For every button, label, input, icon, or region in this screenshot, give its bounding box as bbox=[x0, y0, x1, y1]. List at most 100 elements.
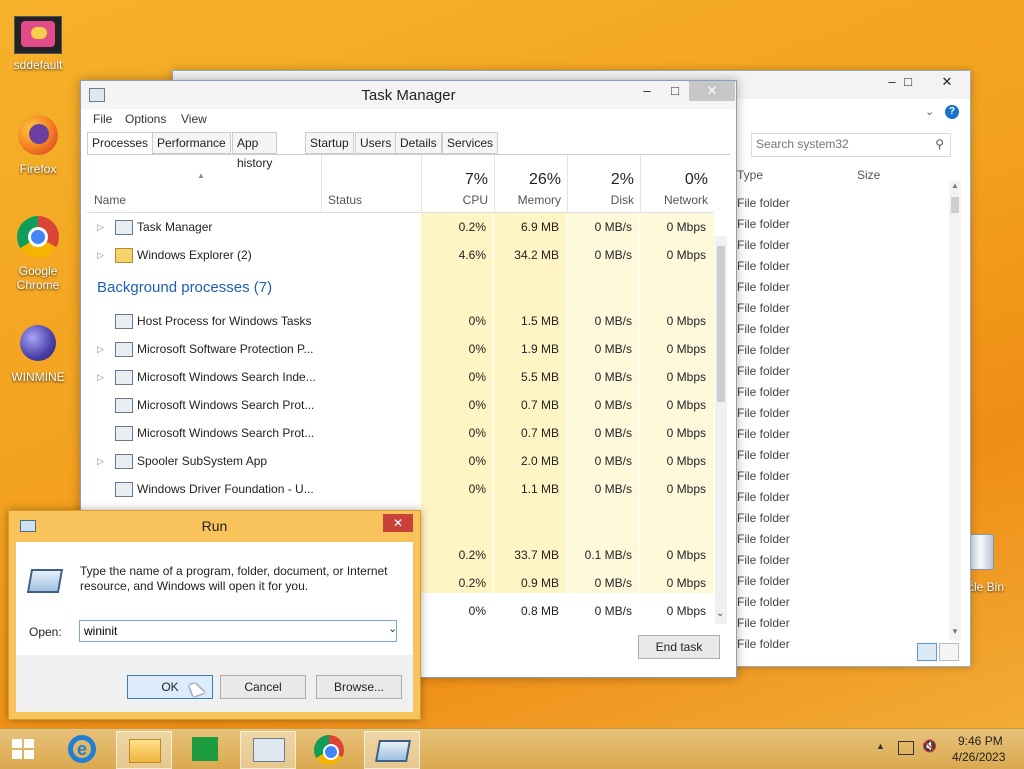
column-header-status[interactable]: Status bbox=[321, 155, 422, 213]
cancel-button[interactable]: Cancel bbox=[220, 675, 306, 699]
file-row-type[interactable]: File folder bbox=[737, 529, 790, 550]
taskbar-task-manager[interactable] bbox=[240, 731, 296, 769]
column-header-type[interactable]: Type bbox=[737, 168, 763, 182]
file-row-type[interactable]: File folder bbox=[737, 424, 790, 445]
scroll-up-arrow[interactable]: ▲ bbox=[951, 181, 959, 190]
file-row-type[interactable]: File folder bbox=[737, 592, 790, 613]
taskbar-chrome[interactable] bbox=[302, 731, 356, 767]
column-header-disk[interactable]: 2% Disk bbox=[567, 155, 641, 213]
process-row[interactable]: ▷ Microsoft Windows Search Inde... 0% 5.5 M… bbox=[87, 363, 714, 391]
maximize-button[interactable]: □ bbox=[661, 83, 689, 98]
column-header-name[interactable]: ▲ Name bbox=[87, 155, 322, 213]
process-list-scrollbar[interactable]: ⌄ bbox=[715, 236, 727, 624]
taskbar-store[interactable] bbox=[178, 731, 232, 767]
scroll-thumb[interactable] bbox=[951, 197, 959, 213]
process-row[interactable]: Host Process for Windows Tasks 0% 1.5 MB 0 … bbox=[87, 307, 714, 335]
process-icon bbox=[115, 370, 133, 385]
browse-button[interactable]: Browse... bbox=[316, 675, 402, 699]
process-row[interactable]: ▷ Spooler SubSystem App 0% 2.0 MB 0 MB/s 0 Mb… bbox=[87, 447, 714, 475]
tab-performance[interactable]: Performance bbox=[152, 132, 231, 154]
expand-arrow-icon[interactable]: ▷ bbox=[97, 241, 104, 269]
column-header-network[interactable]: 0% Network bbox=[640, 155, 714, 213]
clock-time[interactable]: 9:46 PM bbox=[958, 734, 1003, 748]
process-row[interactable]: ▷ Task Manager 0.2% 6.9 MB 0 MB/s 0 Mbps bbox=[87, 213, 714, 241]
file-row-type[interactable]: File folder bbox=[737, 298, 790, 319]
dropdown-arrow-icon[interactable]: ⌄ bbox=[388, 622, 397, 635]
expand-arrow-icon[interactable]: ▷ bbox=[97, 447, 104, 475]
network-icon[interactable] bbox=[898, 741, 914, 755]
file-row-type[interactable]: File folder bbox=[737, 256, 790, 277]
scroll-thumb[interactable] bbox=[717, 246, 725, 402]
search-icon[interactable]: ⚲ bbox=[935, 137, 944, 151]
search-box[interactable]: ⚲ bbox=[751, 133, 951, 157]
file-row-type[interactable]: File folder bbox=[737, 382, 790, 403]
expand-arrow-icon[interactable]: ▷ bbox=[97, 213, 104, 241]
menu-file[interactable]: File bbox=[93, 112, 112, 126]
start-button[interactable] bbox=[8, 735, 38, 763]
run-dialog[interactable]: Run ✕ Type the name of a program, folder… bbox=[8, 510, 421, 720]
open-input[interactable] bbox=[79, 620, 397, 642]
clock-date[interactable]: 4/26/2023 bbox=[952, 750, 1005, 764]
minimize-button[interactable]: – bbox=[633, 83, 661, 98]
scroll-down-arrow[interactable]: ⌄ bbox=[716, 608, 724, 619]
close-button[interactable]: ✕ bbox=[383, 514, 413, 532]
expand-arrow-icon[interactable]: ▷ bbox=[97, 363, 104, 391]
cpu-label: CPU bbox=[462, 193, 488, 207]
expand-arrow-icon[interactable]: ▷ bbox=[97, 335, 104, 363]
file-row-type[interactable]: File folder bbox=[737, 571, 790, 592]
file-row-type[interactable]: File folder bbox=[737, 340, 790, 361]
taskbar-run[interactable] bbox=[364, 731, 420, 769]
file-row-type[interactable]: File folder bbox=[737, 445, 790, 466]
file-row-type[interactable]: File folder bbox=[737, 403, 790, 424]
tab-users[interactable]: Users bbox=[355, 132, 397, 154]
taskbar-file-explorer[interactable] bbox=[116, 731, 172, 769]
file-row-type[interactable]: File folder bbox=[737, 487, 790, 508]
tab-startup[interactable]: Startup bbox=[305, 132, 354, 154]
file-row-type[interactable]: File folder bbox=[737, 613, 790, 634]
explorer-scrollbar[interactable]: ▲ ▼ bbox=[949, 181, 961, 641]
details-view-icon[interactable] bbox=[917, 643, 937, 661]
menu-options[interactable]: Options bbox=[125, 112, 166, 126]
process-row[interactable]: Microsoft Windows Search Prot... 0% 0.7 MB… bbox=[87, 419, 714, 447]
volume-muted-icon[interactable]: 🔇 bbox=[922, 739, 937, 753]
process-cpu: 4.6% bbox=[458, 248, 486, 262]
desktop-icon-firefox[interactable]: Firefox bbox=[2, 112, 74, 176]
menu-view[interactable]: View bbox=[181, 112, 207, 126]
file-row-type[interactable]: File folder bbox=[737, 235, 790, 256]
end-task-button[interactable]: End task bbox=[638, 635, 720, 659]
tab-details[interactable]: Details bbox=[395, 132, 442, 154]
search-input[interactable] bbox=[752, 134, 930, 154]
tab-processes[interactable]: Processes bbox=[87, 132, 154, 155]
file-row-type[interactable]: File folder bbox=[737, 214, 790, 235]
file-row-type[interactable]: File folder bbox=[737, 277, 790, 298]
column-header-memory[interactable]: 26% Memory bbox=[494, 155, 568, 213]
file-row-type[interactable]: File folder bbox=[737, 634, 790, 655]
help-icon[interactable]: ? bbox=[945, 105, 959, 119]
close-button[interactable]: ✕ bbox=[925, 71, 969, 93]
chevron-down-icon[interactable]: ⌄ bbox=[925, 105, 934, 118]
tab-app-history[interactable]: App history bbox=[232, 132, 278, 170]
file-row-type[interactable]: File folder bbox=[737, 193, 790, 214]
process-row[interactable]: Windows Driver Foundation - U... 0% 1.1 MB… bbox=[87, 475, 714, 503]
large-icons-view-icon[interactable] bbox=[939, 643, 959, 661]
file-row-type[interactable]: File folder bbox=[737, 466, 790, 487]
file-row-type[interactable]: File folder bbox=[737, 508, 790, 529]
scroll-down-arrow[interactable]: ▼ bbox=[951, 627, 959, 636]
show-hidden-icons-icon[interactable]: ▲ bbox=[876, 741, 885, 751]
taskbar-internet-explorer[interactable]: e bbox=[56, 731, 110, 767]
process-row[interactable]: ▷ Microsoft Software Protection P... 0% 1.9… bbox=[87, 335, 714, 363]
column-header-cpu[interactable]: 7% CPU bbox=[421, 155, 495, 213]
desktop-icon-chrome[interactable]: Google Chrome bbox=[2, 214, 74, 292]
task-manager-titlebar[interactable]: Task Manager – □ ✕ bbox=[81, 81, 736, 109]
process-row[interactable]: Microsoft Windows Search Prot... 0% 0.7 MB… bbox=[87, 391, 714, 419]
tab-services[interactable]: Services bbox=[442, 132, 499, 154]
file-row-type[interactable]: File folder bbox=[737, 550, 790, 571]
file-row-type[interactable]: File folder bbox=[737, 361, 790, 382]
desktop-icon-sddefault[interactable]: sddefault bbox=[2, 16, 74, 72]
maximize-button[interactable]: □ bbox=[893, 71, 923, 93]
column-header-size[interactable]: Size bbox=[857, 168, 880, 182]
close-button[interactable]: ✕ bbox=[689, 81, 735, 101]
process-row[interactable]: ▷ Windows Explorer (2) 4.6% 34.2 MB 0 MB/s 0 … bbox=[87, 241, 714, 269]
file-row-type[interactable]: File folder bbox=[737, 319, 790, 340]
desktop-icon-winmine[interactable]: WINMINE bbox=[2, 320, 74, 384]
